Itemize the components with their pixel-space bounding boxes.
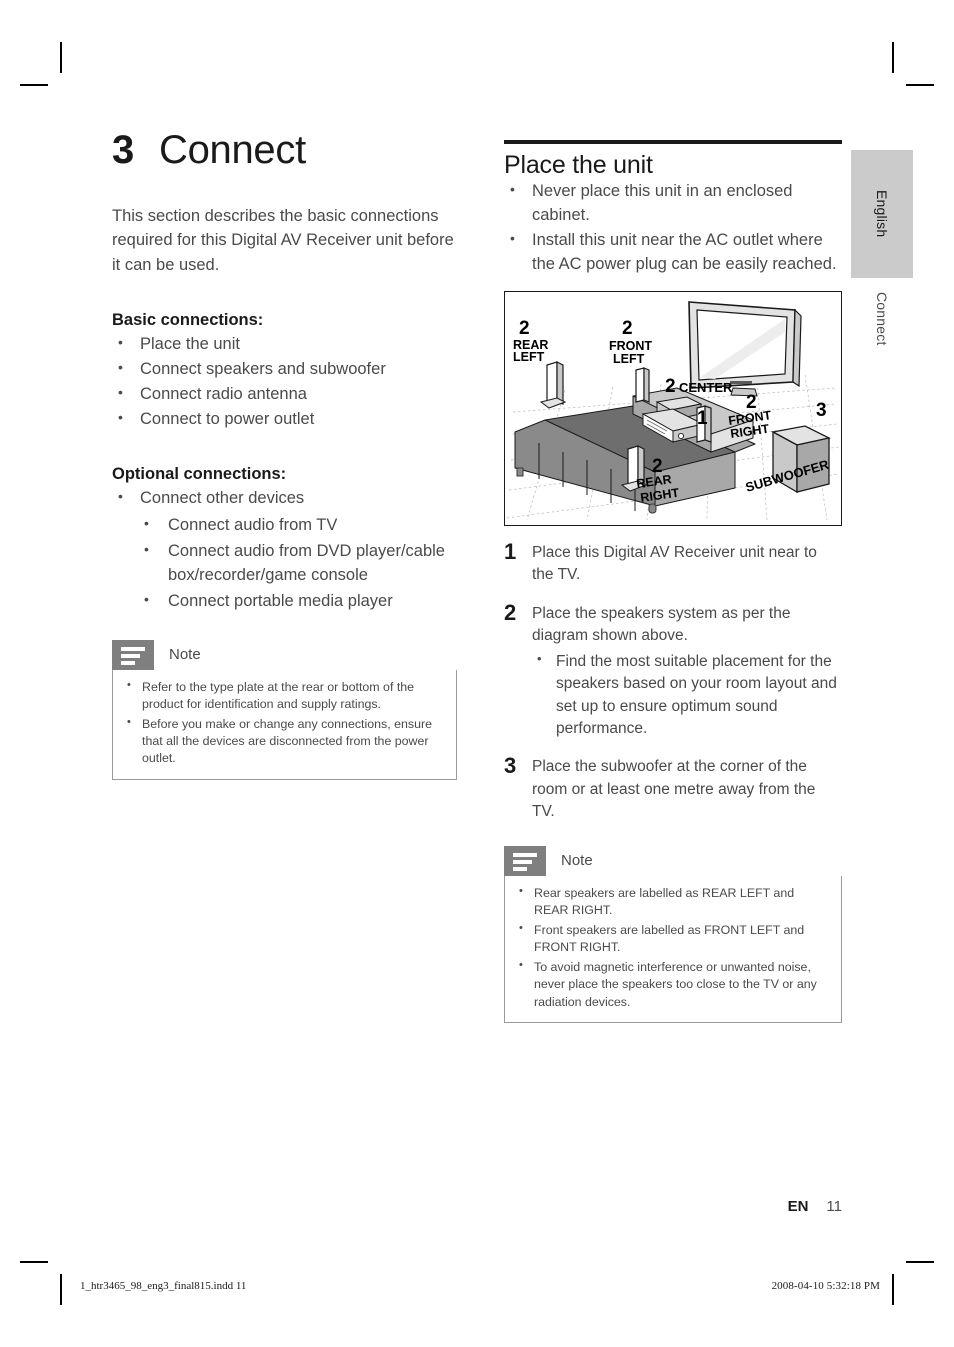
- crop-mark-top-left-vertical: [60, 42, 62, 73]
- label-receiver-number: 1: [697, 408, 708, 429]
- basic-connections-list: Place the unit Connect speakers and subw…: [112, 332, 462, 432]
- section-title: Place the unit: [504, 151, 653, 179]
- list-item: Refer to the type plate at the rear or b…: [125, 678, 444, 713]
- step-text: Place the speakers system as per the dia…: [532, 601, 842, 741]
- label-front-left-line1: FRONT: [609, 339, 652, 353]
- right-column: Place the unit Never place this unit in …: [504, 140, 842, 1023]
- optional-connections-list: Connect other devices Connect audio from…: [112, 486, 462, 614]
- label-front-left-number: 2: [622, 318, 633, 339]
- list-item: Connect audio from DVD player/cable box/…: [140, 539, 462, 588]
- label-rear-left-number: 2: [519, 318, 530, 339]
- step-item: 3 Place the subwoofer at the corner of t…: [504, 754, 842, 823]
- crop-mark-bottom-right-horizontal: [906, 1261, 934, 1263]
- list-item: Connect radio antenna: [112, 382, 462, 407]
- page-number-block: EN 11: [788, 1198, 842, 1215]
- chapter-tab-label: Connect: [874, 292, 890, 346]
- printer-footer-timestamp: 2008-04-10 5:32:18 PM: [771, 1280, 880, 1292]
- list-item: Connect other devices Connect audio from…: [112, 486, 462, 614]
- label-rear-left-line2: LEFT: [513, 350, 545, 364]
- note-header: Note: [112, 640, 457, 671]
- speaker-placement-diagram: .ln{fill:none;stroke:#1a1a1a;stroke-widt…: [504, 290, 842, 526]
- language-code: EN: [787, 1198, 809, 1215]
- step-item: 2 Place the speakers system as per the d…: [504, 601, 842, 741]
- list-item: Never place this unit in an enclosed cab…: [504, 179, 842, 228]
- note-list: Refer to the type plate at the rear or b…: [125, 678, 444, 768]
- list-item-label: Connect other devices: [140, 489, 305, 508]
- intro-paragraph: This section describes the basic connect…: [112, 207, 454, 274]
- printer-footer: 1_htr3465_98_eng3_final815.indd 11 2008-…: [80, 1280, 880, 1292]
- chapter-number: 3: [112, 128, 135, 172]
- note-icon: [504, 845, 546, 876]
- chapter-name: Connect: [159, 128, 306, 172]
- step-sublist: Find the most suitable placement for the…: [532, 650, 842, 741]
- optional-connections-heading: Optional connections:: [112, 465, 287, 484]
- crop-mark-bottom-left-vertical: [60, 1274, 62, 1305]
- note-box-right: Note Rear speakers are labelled as REAR …: [504, 845, 842, 1023]
- crop-mark-bottom-right-vertical: [892, 1274, 894, 1305]
- step-text-main: Place the speakers system as per the dia…: [532, 604, 791, 645]
- section-bullet-list: Never place this unit in an enclosed cab…: [504, 179, 842, 277]
- left-column: 3 Connect This section describes the bas…: [112, 130, 462, 780]
- list-item: To avoid magnetic interference or unwant…: [517, 958, 829, 1010]
- crop-mark-top-right-horizontal: [906, 84, 934, 86]
- step-number: 3: [504, 753, 517, 779]
- section-rule: [504, 140, 842, 144]
- step-text: Place the subwoofer at the corner of the…: [532, 758, 816, 821]
- label-center-number: 2: [665, 376, 676, 397]
- crop-mark-top-left-horizontal: [20, 84, 48, 86]
- crop-mark-bottom-left-horizontal: [20, 1261, 48, 1263]
- basic-connections-heading: Basic connections:: [112, 310, 264, 329]
- note-body: Rear speakers are labelled as REAR LEFT …: [504, 875, 842, 1023]
- step-item: 1 Place this Digital AV Receiver unit ne…: [504, 540, 842, 587]
- chapter-title: 3 Connect: [112, 130, 462, 170]
- note-box-left: Note Refer to the type plate at the rear…: [112, 640, 457, 780]
- printer-footer-filename: 1_htr3465_98_eng3_final815.indd 11: [80, 1280, 247, 1292]
- list-item: Front speakers are labelled as FRONT LEF…: [517, 921, 829, 956]
- label-subwoofer-number: 3: [816, 400, 827, 421]
- label-front-left-line2: LEFT: [613, 352, 645, 366]
- note-list: Rear speakers are labelled as REAR LEFT …: [517, 884, 829, 1011]
- list-item: Connect audio from TV: [140, 513, 462, 538]
- list-item: Connect portable media player: [140, 589, 462, 614]
- page-number: 11: [826, 1198, 842, 1215]
- label-center: CENTER: [679, 380, 733, 395]
- note-icon: [112, 640, 154, 671]
- list-item: Install this unit near the AC outlet whe…: [504, 228, 842, 277]
- note-header: Note: [504, 845, 842, 876]
- chapter-tab: Connect: [851, 292, 913, 372]
- step-number: 2: [504, 599, 517, 625]
- list-item: Connect to power outlet: [112, 407, 462, 432]
- list-item: Rear speakers are labelled as REAR LEFT …: [517, 884, 829, 919]
- list-item: Before you make or change any connection…: [125, 715, 444, 767]
- language-tab-label: English: [874, 190, 890, 238]
- note-body: Refer to the type plate at the rear or b…: [112, 670, 457, 780]
- list-item: Place the unit: [112, 332, 462, 357]
- note-title: Note: [561, 851, 593, 869]
- note-title: Note: [169, 646, 201, 664]
- language-tab: English: [851, 150, 913, 278]
- list-item: Find the most suitable placement for the…: [532, 650, 842, 741]
- list-item: Connect speakers and subwoofer: [112, 357, 462, 382]
- step-number: 1: [504, 538, 517, 564]
- speaker-front-left: [635, 366, 650, 403]
- steps-list: 1 Place this Digital AV Receiver unit ne…: [504, 540, 842, 824]
- crop-mark-top-right-vertical: [892, 42, 894, 73]
- step-text: Place this Digital AV Receiver unit near…: [532, 543, 817, 584]
- optional-sublist: Connect audio from TV Connect audio from…: [140, 513, 462, 614]
